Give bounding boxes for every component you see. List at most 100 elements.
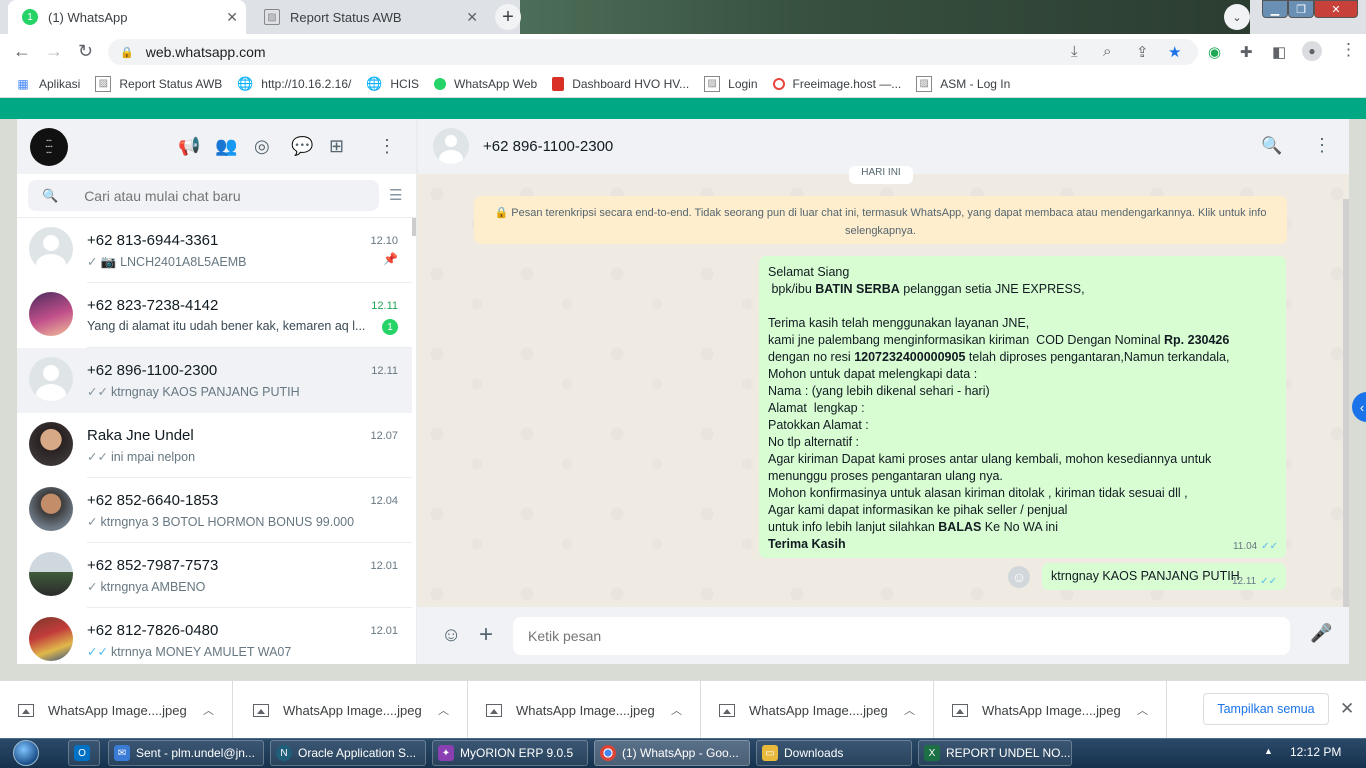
bookmark-login[interactable]: ▨ Login: [704, 75, 758, 92]
maximize-button[interactable]: ❐: [1288, 0, 1314, 18]
minimize-button[interactable]: ▁: [1262, 0, 1288, 18]
taskbar-chrome-whatsapp[interactable]: (1) WhatsApp - Goo...: [594, 740, 750, 766]
chevron-up-icon[interactable]: ︿: [671, 702, 682, 718]
channels-icon[interactable]: 💬: [291, 136, 313, 157]
bookmarks-bar: ▦ Aplikasi ▨ Report Status AWB 🌐 http://10.…: [0, 70, 1366, 98]
message-input[interactable]: [513, 617, 1290, 655]
taskbar-excel-report[interactable]: X REPORT UNDEL NO...: [918, 740, 1072, 766]
side-panel-icon[interactable]: ◧: [1272, 43, 1286, 61]
attach-plus-icon[interactable]: +: [479, 621, 493, 649]
new-chat-icon[interactable]: ⊞: [329, 136, 344, 157]
globe-icon: 🌐: [366, 75, 383, 91]
message-bold-text: Terima Kasih: [768, 537, 846, 551]
search-input[interactable]: [84, 187, 345, 204]
search-box[interactable]: 🔍: [28, 180, 379, 211]
chat-item[interactable]: +62 823-7238-4142 12.11 Yang di alamat i…: [17, 283, 412, 348]
whatsapp-icon: [434, 77, 447, 90]
taskbar-sent-mail[interactable]: ✉ Sent - plm.undel@jn...: [108, 740, 264, 766]
bookmark-dashboard-hvo[interactable]: Dashboard HVO HV...: [552, 76, 689, 91]
chat-sidebar: ▪▪▪▪▪▪▪▪▪▪ 📢 👥 ◎ 💬 ⊞ ⋮ 🔍 ☰ +62 813-6944-…: [17, 119, 417, 664]
unread-badge: 1: [382, 319, 398, 335]
download-item[interactable]: WhatsApp Image....jpeg ︿: [934, 681, 1167, 739]
chevron-up-icon[interactable]: ︿: [1137, 702, 1148, 718]
bookmark-star-icon[interactable]: ★: [1168, 43, 1181, 61]
message-line-text: Mohon konfirmasinya untuk alasan kiriman…: [768, 486, 1188, 500]
status-icon[interactable]: ◎: [254, 136, 270, 157]
extensions-puzzle-icon[interactable]: ✚: [1240, 43, 1253, 61]
bookmark-report-status-awb[interactable]: ▨ Report Status AWB: [95, 75, 222, 92]
start-button[interactable]: [6, 738, 46, 768]
bookmark-ip-address[interactable]: 🌐 http://10.16.2.16/: [237, 76, 351, 92]
taskbar-outlook[interactable]: O: [68, 740, 100, 766]
close-icon[interactable]: ✕: [466, 9, 478, 26]
chevron-up-icon[interactable]: ︿: [904, 702, 915, 718]
avatar: [29, 292, 73, 336]
search-icon[interactable]: 🔍: [1261, 136, 1282, 156]
image-file-icon: [719, 703, 735, 717]
my-profile-avatar[interactable]: ▪▪▪ ▪▪▪▪ ▪▪▪: [30, 128, 68, 166]
communities-megaphone-icon[interactable]: 📢: [178, 136, 200, 157]
bookmark-freeimage[interactable]: Freeimage.host —...: [772, 77, 901, 91]
address-bar[interactable]: 🔒 web.whatsapp.com: [108, 39, 1198, 65]
avatar: [29, 422, 73, 466]
oracle-icon: N: [276, 745, 292, 761]
communities-icon[interactable]: 👥: [215, 136, 237, 157]
reaction-emoji-icon[interactable]: ☺: [1008, 566, 1030, 588]
tab-whatsapp[interactable]: 1 (1) WhatsApp ✕: [8, 0, 246, 34]
taskbar-myorion[interactable]: ✦ MyORION ERP 9.0.5: [432, 740, 588, 766]
chat-item-active[interactable]: +62 896-1100-2300 12.11 ✓✓ ktrngnay KAOS …: [17, 348, 412, 413]
bookmark-aplikasi[interactable]: ▦ Aplikasi: [15, 76, 80, 92]
outgoing-message[interactable]: ktrngnay KAOS PANJANG PUTIH 12.11 ✓✓: [1042, 563, 1286, 590]
chat-item[interactable]: +62 852-7987-7573 12.01 ✓ ktrngnya AMBENO: [17, 543, 412, 608]
whatsapp-badge-icon: 1: [22, 9, 38, 25]
download-item[interactable]: WhatsApp Image....jpeg ︿: [235, 681, 468, 739]
reload-icon[interactable]: ↻: [78, 41, 93, 62]
download-item[interactable]: WhatsApp Image....jpeg ︿: [468, 681, 701, 739]
bookmark-whatsapp-web[interactable]: WhatsApp Web: [434, 77, 537, 91]
chat-item[interactable]: +62 813-6944-3361 12.10 ✓ 📷 LNCH2401A8L5AE…: [17, 218, 412, 283]
message-text: Selamat Siang bpk/ibu BATIN SERBA pelang…: [768, 264, 1277, 553]
taskbar-downloads[interactable]: ▭ Downloads: [756, 740, 912, 766]
emoji-icon[interactable]: ☺: [441, 624, 461, 647]
message-line-text: No tlp alternatif :: [768, 435, 860, 449]
browser-menu-icon[interactable]: ⋮: [1340, 40, 1357, 60]
forward-icon[interactable]: →: [45, 41, 63, 62]
broken-image-icon: ▨: [264, 9, 280, 25]
chevron-up-icon[interactable]: ︿: [203, 702, 214, 718]
window-close-button[interactable]: ✕: [1314, 0, 1358, 18]
whatsapp-extension-icon[interactable]: ◉: [1208, 43, 1221, 61]
new-tab-button[interactable]: +: [495, 4, 521, 30]
download-item[interactable]: WhatsApp Image....jpeg ︿: [701, 681, 934, 739]
close-icon[interactable]: ✕: [1340, 699, 1354, 719]
microphone-icon[interactable]: 🎤: [1310, 623, 1332, 644]
tab-search-icon[interactable]: ⌄: [1224, 4, 1250, 30]
conversation-scrollbar[interactable]: [1343, 199, 1349, 607]
chat-item[interactable]: +62 812-7826-0480 12.01 ✓✓ ktrnnya MONEY …: [17, 608, 412, 664]
close-icon[interactable]: ✕: [226, 9, 238, 26]
lock-icon[interactable]: 🔒: [120, 46, 134, 59]
zoom-icon[interactable]: ⌕: [1103, 43, 1111, 60]
filter-icon[interactable]: ☰: [389, 186, 402, 204]
encryption-notice[interactable]: 🔒 Pesan terenkripsi secara end-to-end. T…: [474, 196, 1287, 244]
message-composer: ☺ + 🎤: [417, 607, 1349, 664]
outgoing-message[interactable]: Selamat Siang bpk/ibu BATIN SERBA pelang…: [759, 256, 1286, 558]
bookmark-hcis[interactable]: 🌐 HCIS: [366, 76, 419, 92]
sidebar-menu-icon[interactable]: ⋮: [378, 136, 396, 157]
chat-item[interactable]: Raka Jne Undel 12.07 ✓✓ ini mpai nelpon: [17, 413, 412, 478]
show-all-downloads-button[interactable]: Tampilkan semua: [1203, 693, 1329, 725]
taskbar-oracle[interactable]: N Oracle Application S...: [270, 740, 426, 766]
tray-expand-icon[interactable]: ▲: [1264, 746, 1273, 756]
chevron-up-icon[interactable]: ︿: [438, 702, 449, 718]
install-app-icon[interactable]: ⤓: [1071, 43, 1078, 60]
system-clock[interactable]: 12:12 PM: [1290, 745, 1341, 759]
conversation-menu-icon[interactable]: ⋮: [1313, 135, 1331, 156]
profile-avatar-icon[interactable]: ●: [1302, 41, 1322, 61]
chat-item[interactable]: +62 852-6640-1853 12.04 ✓ ktrngnya 3 BOTO…: [17, 478, 412, 543]
back-icon[interactable]: ←: [13, 41, 31, 62]
contact-name[interactable]: +62 896-1100-2300: [483, 138, 613, 155]
bookmark-asm-login[interactable]: ▨ ASM - Log In: [916, 75, 1010, 92]
tab-report-status-awb[interactable]: ▨ Report Status AWB ✕: [250, 0, 486, 34]
download-item[interactable]: WhatsApp Image....jpeg ︿: [0, 681, 233, 739]
contact-avatar[interactable]: [433, 128, 469, 164]
share-icon[interactable]: ⇪: [1136, 43, 1149, 61]
